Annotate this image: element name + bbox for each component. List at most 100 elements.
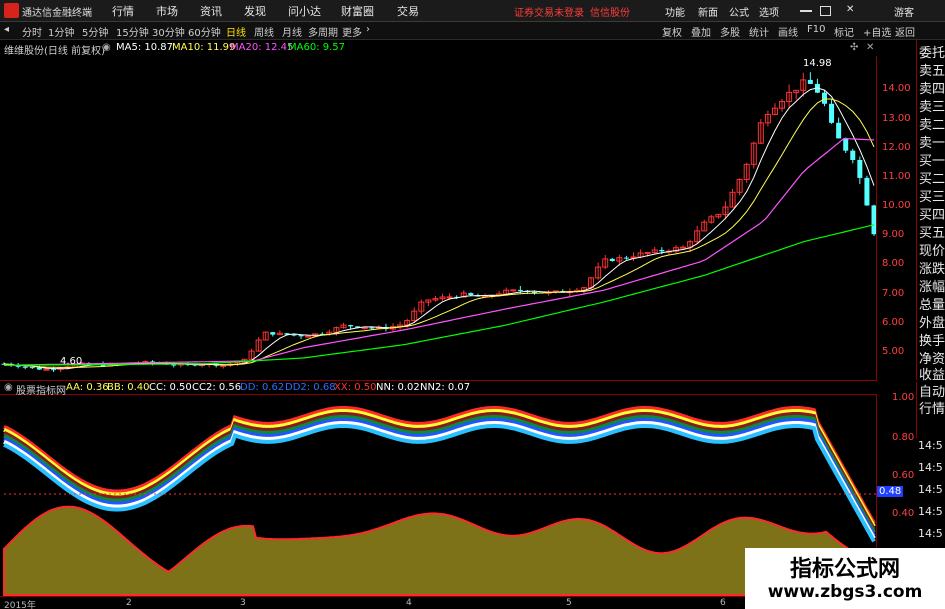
panel-label-sell2: 卖二 (919, 118, 945, 133)
btn-zixuan[interactable]: +自选 (861, 24, 893, 39)
gear-icon[interactable]: ✣ (850, 42, 858, 53)
period-multi[interactable]: 多周期 (308, 24, 338, 39)
btn-duogu[interactable]: 多股 (718, 24, 742, 39)
indicator-xx: XX: 0.50 (334, 382, 377, 393)
ma10-value: MA10: 11.99 (172, 42, 236, 53)
indicator-aa: AA: 0.36 (66, 382, 109, 393)
period-5min[interactable]: 5分钟 (82, 24, 108, 39)
period-60min[interactable]: 60分钟 (188, 24, 221, 39)
btn-huaxian[interactable]: 画线 (776, 24, 800, 39)
menu-item-zixun[interactable]: 资讯 (200, 3, 222, 19)
watermark-title: 指标公式网 (789, 557, 900, 582)
stock-title: 维维股份(日线 前复权) (4, 46, 105, 57)
guest-user[interactable]: 游客 (894, 4, 914, 19)
period-monthly[interactable]: 月线 (282, 24, 302, 39)
btn-fuquan[interactable]: 复权 (660, 24, 684, 39)
app-logo-icon (4, 3, 19, 18)
login-warning[interactable]: 证券交易未登录 (514, 4, 584, 19)
panel-label-quote[interactable]: 行情 (919, 402, 945, 418)
high-price-label: 14.98 (803, 58, 832, 69)
indicator-dd2: DD2: 0.68 (285, 382, 336, 393)
close-chart-icon[interactable]: ✕ (866, 42, 874, 53)
btn-fanhui[interactable]: 返回 (893, 24, 917, 39)
main-chart-header: 维维股份(日线 前复权) ◉ MA5: 10.87 MA10: 11.99 MA… (0, 40, 876, 57)
low-price-label: 4.60 (60, 356, 83, 367)
menu-item-faxian[interactable]: 发现 (244, 3, 266, 19)
btn-f10[interactable]: F10 (805, 24, 827, 35)
ma5-value: MA5: 10.87 (116, 42, 174, 53)
indicator-header: ◉ 股票指标网 AA: 0.36 BB: 0.40 CC: 0.50 CC2: … (0, 381, 876, 397)
menu-item-caifuquan[interactable]: 财富圈 (341, 3, 374, 19)
menu-item-hangqing[interactable]: 行情 (112, 3, 134, 19)
menu-item-gongshi[interactable]: 公式 (729, 4, 749, 19)
date-tick: 2015年 (4, 601, 36, 609)
menu-bar: 通达信金融终端 行情 市场 资讯 发现 问小达 财富圈 交易 证券交易未登录 信… (0, 0, 945, 22)
close-icon[interactable]: ✕ (846, 4, 854, 15)
app-name: 通达信金融终端 (22, 8, 92, 19)
date-tick: 5 (566, 598, 572, 608)
menu-item-gongneng[interactable]: 功能 (665, 4, 685, 19)
indicator-current-value: 0.48 (877, 486, 904, 497)
period-weekly[interactable]: 周线 (254, 24, 274, 39)
menu-item-wenxiaoda[interactable]: 问小达 (288, 3, 321, 19)
menu-item-banmian[interactable]: 新面 (698, 4, 718, 19)
menu-item-jiaoyi[interactable]: 交易 (397, 3, 419, 19)
indicator-tick: 1.00 (892, 392, 915, 403)
price-tick: 7.00 (882, 288, 905, 299)
main-chart-frame (0, 56, 877, 381)
panel-label-buy3: 买三 (919, 190, 945, 205)
panel-label-change-pct: 涨幅 (919, 280, 945, 295)
menu-item-xuanxiang[interactable]: 选项 (759, 4, 779, 19)
indicator-cc2: CC2: 0.56 (192, 382, 242, 393)
panel-label-buy2: 买二 (919, 172, 945, 187)
btn-diejia[interactable]: 叠加 (689, 24, 713, 39)
more-chevron-icon[interactable]: › (366, 24, 370, 35)
indicator-nn2: NN2: 0.07 (420, 382, 471, 393)
quote-side-panel: 委托 卖五 卖四 卖三 卖二 卖一 买一 买二 买三 买四 买五 现价 涨跌 涨… (916, 40, 945, 383)
panel-label-sell1: 卖一 (919, 136, 945, 151)
indicator-name: 股票指标网 (16, 386, 66, 397)
btn-tongji[interactable]: 统计 (747, 24, 771, 39)
price-tick: 10.00 (882, 200, 911, 211)
price-tick: 14.00 (882, 83, 911, 94)
panel-label-weituo[interactable]: 委托 (919, 46, 945, 62)
indicator-bb: BB: 0.40 (107, 382, 150, 393)
date-tick: 2 (126, 598, 132, 608)
period-15min[interactable]: 15分钟 (116, 24, 149, 39)
panel-label-sell5: 卖五 (919, 64, 945, 79)
period-toolbar: ◂ 分时 1分钟 5分钟 15分钟 30分钟 60分钟 日线 周线 月线 多周期… (0, 22, 945, 40)
period-1min[interactable]: 1分钟 (48, 24, 74, 39)
indicator-nn: NN: 0.02 (376, 382, 420, 393)
period-fenshi[interactable]: 分时 (22, 24, 42, 39)
panel-label-buy1: 买一 (919, 154, 945, 169)
broker-name[interactable]: 信信股份 (590, 4, 630, 19)
period-daily[interactable]: 日线 (226, 24, 246, 39)
left-arrow-icon[interactable]: ◂ (4, 24, 9, 35)
panel-label-change: 涨跌 (919, 262, 945, 277)
ma60-value: MA60: 9.57 (288, 42, 346, 53)
price-tick: 6.00 (882, 317, 905, 328)
indicator-cc: CC: 0.50 (149, 382, 192, 393)
price-tick: 12.00 (882, 142, 911, 153)
panel-label-volume: 总量 (919, 298, 945, 313)
date-tick: 3 (240, 598, 246, 608)
settings-circle-icon[interactable]: ◉ (102, 42, 111, 53)
tick-time: 14:5 (918, 461, 943, 474)
price-tick: 5.00 (882, 346, 905, 357)
period-more[interactable]: 更多 (342, 24, 362, 39)
price-tick: 9.00 (882, 229, 905, 240)
tick-time: 14:5 (918, 505, 943, 518)
price-tick: 11.00 (882, 171, 911, 182)
panel-label-sell4: 卖四 (919, 82, 945, 97)
watermark-banner: 指标公式网 www.zbgs3.com (745, 548, 945, 609)
tick-side-panel: 自动 行情 (916, 382, 945, 438)
period-30min[interactable]: 30分钟 (152, 24, 185, 39)
menu-item-shichang[interactable]: 市场 (156, 3, 178, 19)
minimize-icon[interactable] (800, 10, 812, 12)
restore-icon[interactable] (820, 6, 831, 16)
btn-biaoji[interactable]: 标记 (832, 24, 856, 39)
price-tick: 13.00 (882, 113, 911, 124)
panel-label-auto[interactable]: 自动 (919, 385, 945, 401)
indicator-tick: 0.80 (892, 432, 915, 443)
indicator-settings-icon[interactable]: ◉ (4, 382, 13, 393)
